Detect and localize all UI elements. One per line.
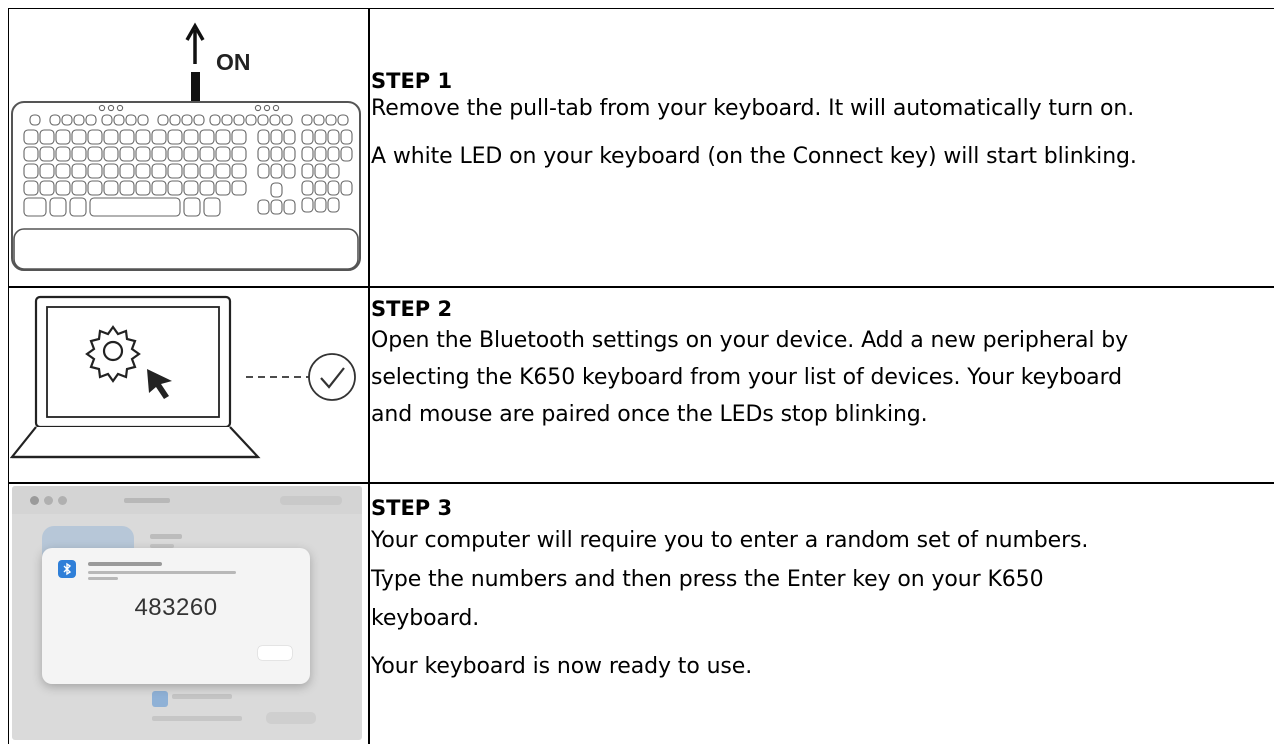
- pairing-dialog-screenshot: 483260: [12, 486, 362, 740]
- step3-final-line: Your keyboard is now ready to use.: [371, 654, 753, 679]
- pairing-dialog: 483260: [42, 548, 310, 684]
- step2-line-3: and mouse are paired once the LEDs stop …: [371, 402, 928, 427]
- step3-text: STEP 3 Your computer will require you to…: [371, 495, 1271, 682]
- step1-paragraph-2: A white LED on your keyboard (on the Con…: [371, 144, 1137, 169]
- step1-paragraph-1: Remove the pull-tab from your keyboard. …: [371, 96, 1135, 121]
- laptop-settings-check-illustration: [9, 295, 356, 459]
- step2-title: STEP 2: [371, 297, 453, 321]
- row-divider-1: [8, 286, 1274, 288]
- keyboard-pull-tab-illustration: ON: [11, 22, 361, 271]
- step3-line-3: keyboard.: [371, 606, 480, 631]
- step3-title: STEP 3: [371, 496, 453, 520]
- step1-illustration: ON: [10, 12, 367, 284]
- step2-line-1: Open the Bluetooth settings on your devi…: [371, 328, 1129, 353]
- on-label: ON: [216, 49, 251, 75]
- step3-line-2: Type the numbers and then press the Ente…: [371, 567, 1044, 592]
- bluetooth-icon: [58, 560, 76, 578]
- step3-line-1: Your computer will require you to enter …: [371, 528, 1089, 553]
- check-circle-icon: [308, 353, 356, 401]
- pairing-code: 483260: [134, 594, 218, 621]
- cancel-button: [258, 646, 292, 660]
- step1-title: STEP 1: [371, 69, 453, 93]
- step2-line-2: selecting the K650 keyboard from your li…: [371, 365, 1122, 390]
- step1-text: STEP 1 Remove the pull-tab from your key…: [371, 68, 1271, 172]
- step2-text: STEP 2 Open the Bluetooth settings on yo…: [371, 296, 1271, 433]
- step3-illustration: 483260: [10, 486, 367, 742]
- column-divider: [368, 8, 370, 744]
- step2-illustration: [9, 289, 367, 479]
- row-divider-2: [8, 482, 1274, 484]
